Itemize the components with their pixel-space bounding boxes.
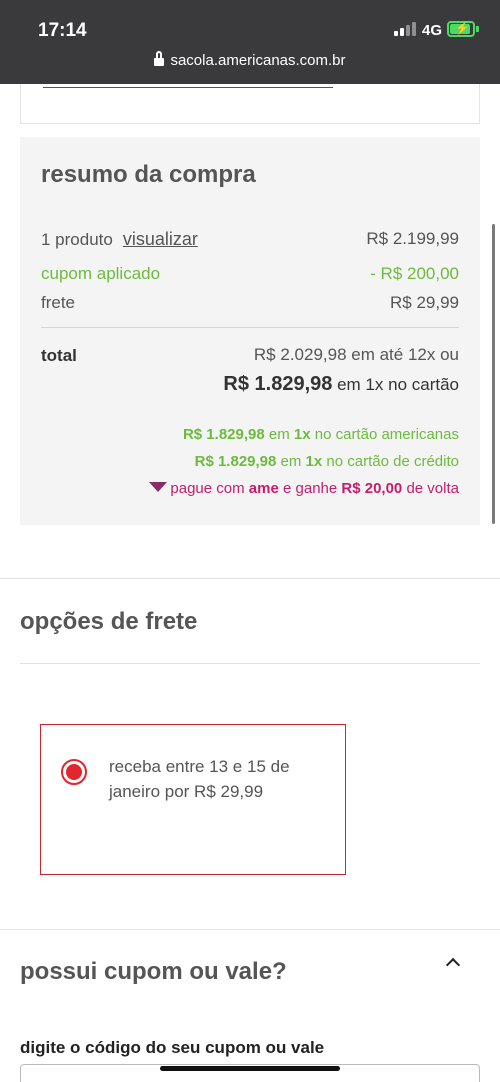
view-products-link[interactable]: visualizar (123, 229, 198, 249)
section-divider (0, 929, 500, 930)
coupon-label: cupom aplicado (41, 264, 161, 283)
total-cash-suffix: em 1x no cartão (332, 375, 459, 394)
network-type: 4G (422, 22, 443, 39)
status-bar: 17:14 4G ⚡ sacola.americanas.com.br (0, 0, 500, 84)
shipping-option-text: receba entre 13 e 15 de janeiro por R$ 2… (109, 757, 290, 801)
promo-ame: pague com ame e ganhe R$ 20,00 de volta (149, 480, 459, 497)
shipping-option[interactable]: receba entre 13 e 15 de janeiro por R$ 2… (40, 724, 346, 875)
shipping-options-title: opções de frete (20, 608, 198, 635)
promo-credit-card: R$ 1.829,98 em 1x no cartão de crédito (194, 453, 459, 470)
coupon-title[interactable]: possui cupom ou vale? (20, 958, 287, 986)
section-divider (0, 578, 500, 579)
purchase-summary: resumo da compra 1 produto visualizar R$ … (20, 137, 480, 525)
shipping-label: frete (41, 293, 76, 312)
promo-americanas-card: R$ 1.829,98 em 1x no cartão americanas (182, 426, 459, 443)
coupon-row: cupom aplicado - R$ 200,00 (41, 264, 459, 284)
products-label: 1 produto (41, 230, 113, 249)
scrollbar[interactable] (492, 224, 495, 524)
previous-section-card (20, 84, 480, 124)
battery-icon: ⚡ (447, 21, 475, 37)
products-value: R$ 2.199,99 (366, 229, 459, 248)
total-label: total (41, 346, 77, 365)
total-cash-value: R$ 1.829,98 (223, 373, 333, 395)
section-divider (20, 663, 480, 664)
coupon-field-label: digite o código do seu cupom ou vale (20, 1038, 325, 1057)
coupon-value: - R$ 200,00 (370, 264, 459, 283)
shipping-value: R$ 29,99 (390, 293, 459, 312)
home-indicator (160, 1066, 340, 1071)
summary-title: resumo da compra (41, 161, 256, 188)
signal-icon (394, 22, 416, 36)
products-row: 1 produto visualizar R$ 2.199,99 (41, 229, 459, 250)
shipping-row: frete R$ 29,99 (41, 293, 459, 313)
total-installments: R$ 2.029,98 em até 12x ou (253, 345, 459, 364)
divider (41, 327, 459, 328)
url-bar[interactable]: sacola.americanas.com.br (0, 51, 500, 69)
lock-icon (154, 51, 165, 66)
ame-icon (149, 482, 168, 492)
partial-link[interactable] (43, 76, 333, 88)
url-text: sacola.americanas.com.br (170, 52, 346, 69)
chevron-up-icon[interactable] (445, 957, 461, 973)
status-time: 17:14 (38, 20, 87, 41)
radio-selected-icon[interactable] (61, 759, 87, 785)
total-cash: R$ 1.829,98 em 1x no cartão (223, 373, 459, 396)
